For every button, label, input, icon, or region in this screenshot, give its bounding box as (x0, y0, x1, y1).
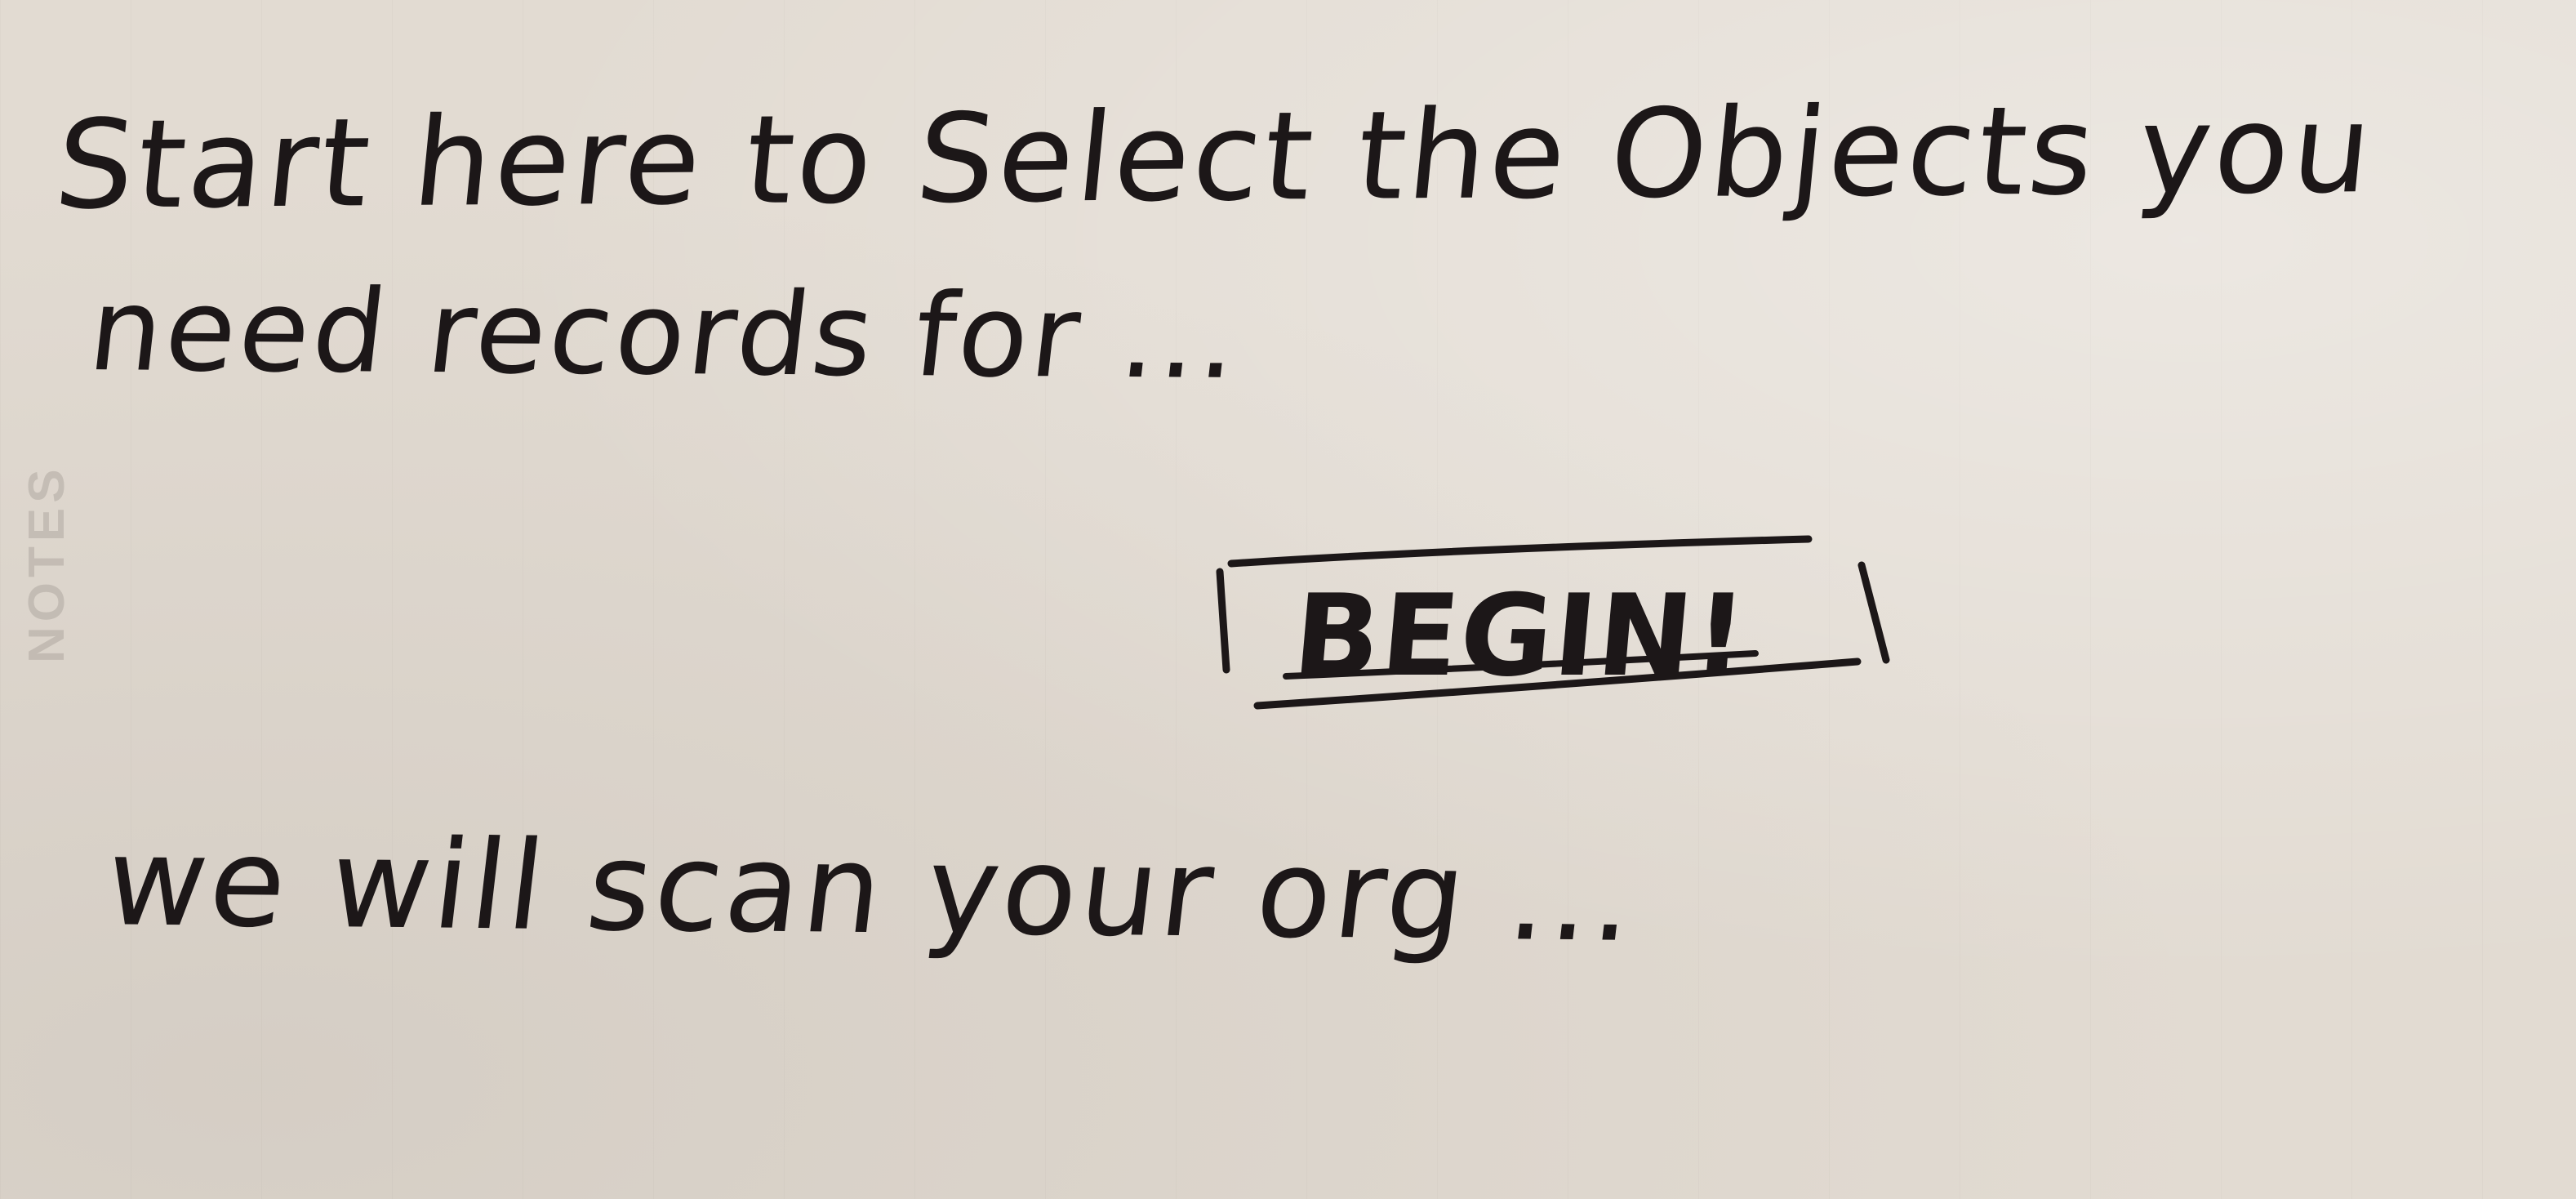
begin-button-label: BEGIN! (1288, 570, 1753, 702)
paper-side-print: NOTES (19, 464, 75, 663)
instruction-text-line-1: Start here to Select the Objects you (49, 78, 2381, 237)
begin-button[interactable]: BEGIN! (1208, 531, 1894, 719)
instruction-text-line-2: need records for ... (82, 264, 1248, 405)
scan-status-text: we will scan your org ... (99, 811, 1645, 969)
